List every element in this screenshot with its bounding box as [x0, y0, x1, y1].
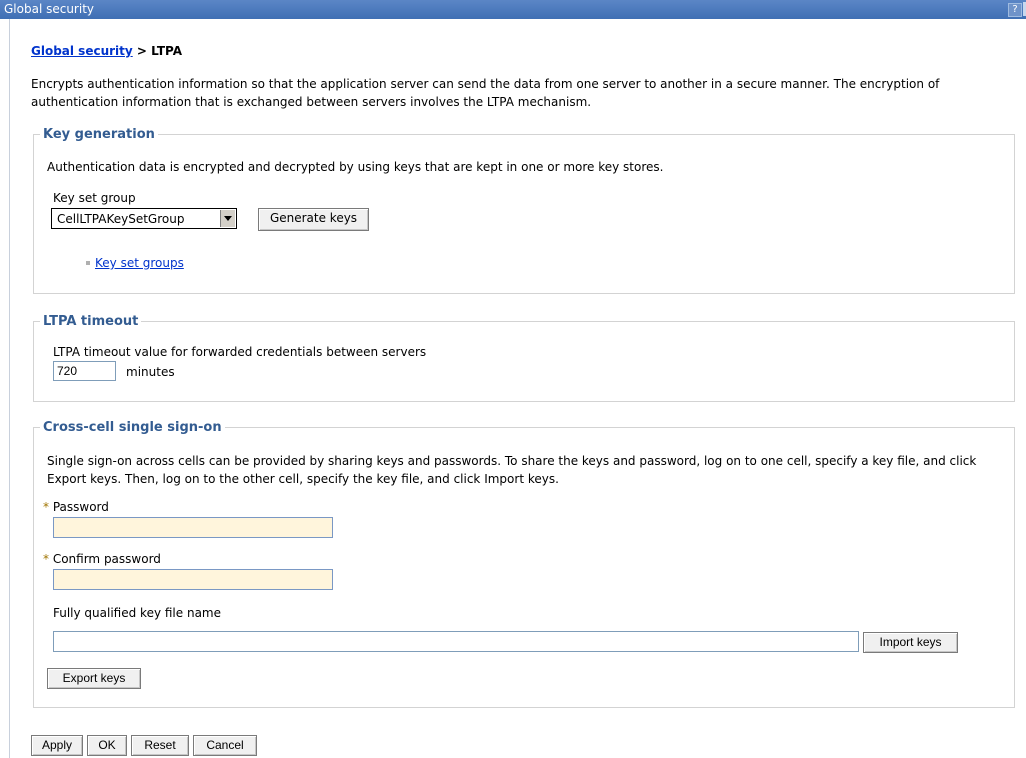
import-keys-button[interactable]: Import keys [863, 632, 958, 653]
confirm-password-label: Confirm password [52, 552, 161, 566]
ok-button[interactable]: OK [87, 735, 127, 756]
password-input[interactable] [53, 517, 333, 538]
cancel-button[interactable]: Cancel [193, 735, 257, 756]
key-set-groups-link[interactable]: Key set groups [95, 256, 184, 270]
window-title-bar: Global security ? [0, 0, 1026, 19]
ltpa-timeout-input[interactable] [53, 361, 116, 381]
page-description: Encrypts authentication information so t… [31, 77, 940, 109]
required-icon: * [43, 552, 49, 566]
required-icon: * [43, 500, 49, 514]
password-label-row: * Password [43, 500, 109, 514]
export-keys-button[interactable]: Export keys [47, 668, 141, 689]
ltpa-timeout-unit: minutes [126, 365, 175, 379]
password-label: Password [52, 500, 109, 514]
ltpa-timeout-legend: LTPA timeout [43, 314, 139, 329]
bullet-icon [86, 261, 90, 265]
key-file-label: Fully qualified key file name [53, 606, 221, 620]
key-set-group-label: Key set group [53, 191, 136, 205]
help-icon[interactable]: ? [1008, 3, 1022, 17]
reset-button[interactable]: Reset [131, 735, 189, 756]
breadcrumb: Global security > LTPA [31, 44, 182, 58]
apply-button[interactable]: Apply [31, 735, 83, 756]
key-file-input[interactable] [53, 631, 859, 652]
breadcrumb-separator: > [136, 44, 147, 58]
cross-cell-sso-text: Single sign-on across cells can be provi… [47, 454, 977, 486]
chevron-down-icon[interactable] [220, 210, 235, 227]
confirm-password-label-row: * Confirm password [43, 552, 161, 566]
breadcrumb-link-global-security[interactable]: Global security [31, 44, 133, 58]
content-left-border [9, 19, 10, 758]
window-title: Global security [4, 2, 95, 16]
confirm-password-input[interactable] [53, 569, 333, 590]
generate-keys-button[interactable]: Generate keys [258, 208, 369, 231]
ltpa-timeout-label: LTPA timeout value for forwarded credent… [53, 345, 427, 359]
breadcrumb-current: LTPA [151, 44, 182, 58]
key-set-group-select[interactable]: CellLTPAKeySetGroup [51, 208, 237, 229]
cross-cell-sso-legend: Cross-cell single sign-on [43, 420, 222, 435]
key-set-group-value: CellLTPAKeySetGroup [57, 212, 185, 226]
key-generation-text: Authentication data is encrypted and dec… [47, 160, 664, 174]
key-generation-legend: Key generation [43, 127, 155, 142]
